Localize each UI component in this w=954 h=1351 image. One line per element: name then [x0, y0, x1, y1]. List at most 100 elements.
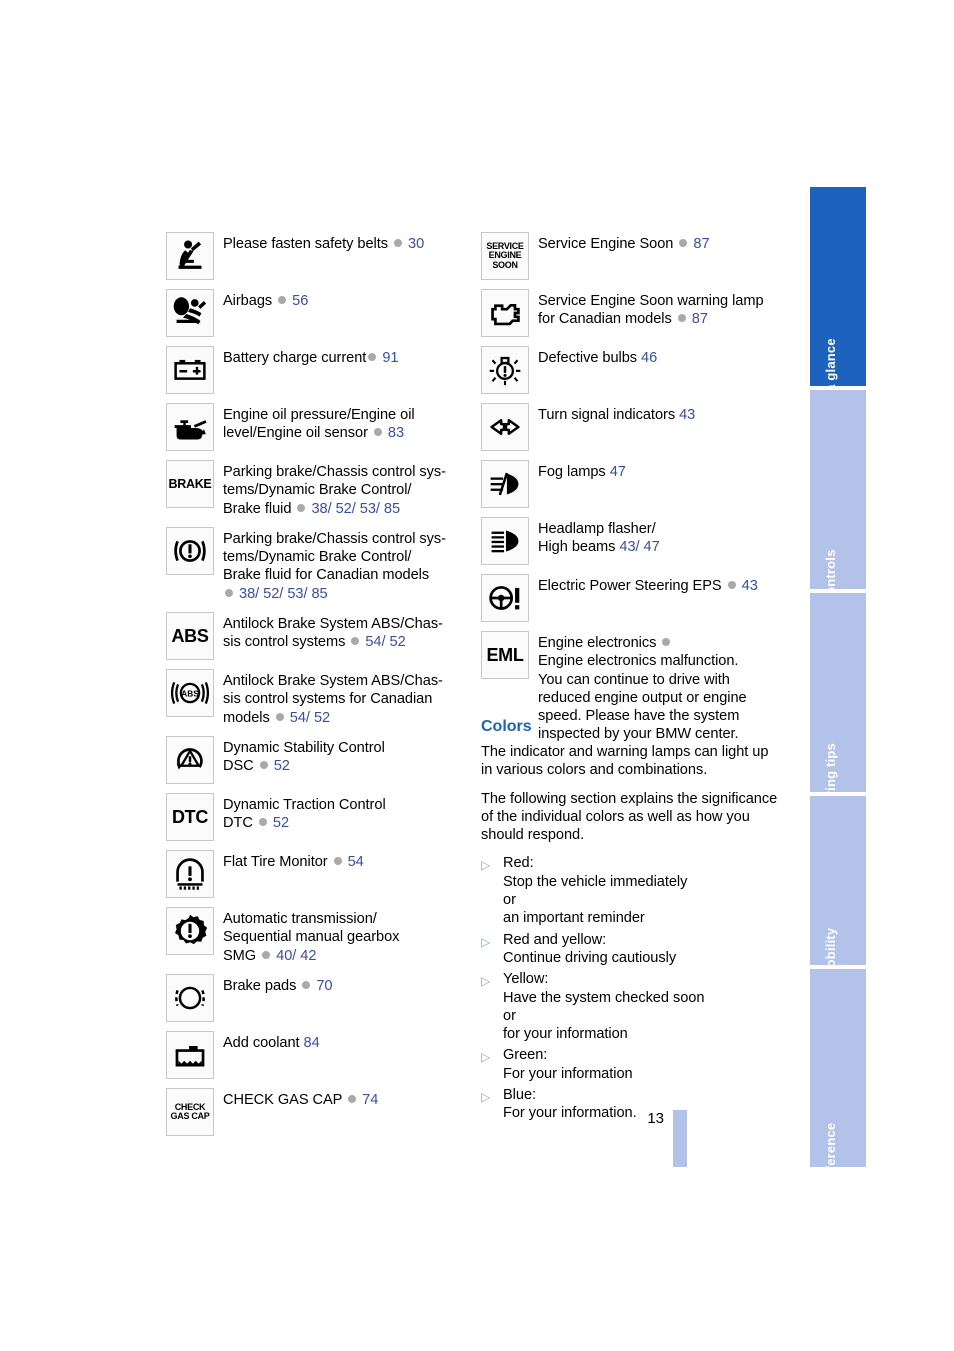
page-reference[interactable]: 84 [304, 1035, 320, 1051]
page-reference[interactable]: 52 [274, 758, 290, 774]
flat-tire-monitor-icon [166, 849, 214, 898]
section-tab-controls[interactable]: Controls [810, 390, 866, 605]
page-reference[interactable]: 42 [300, 948, 316, 964]
indicator-description: Battery charge current 91 [223, 346, 466, 367]
page-reference[interactable]: 43 [742, 578, 758, 594]
indicator-text-line: Engine oil pressure/Engine oil [223, 406, 466, 424]
page-reference[interactable]: 43/ [619, 539, 639, 555]
color-dot-icon [333, 856, 342, 865]
section-tab-reference[interactable]: Reference [810, 969, 866, 1187]
page-reference[interactable]: 52 [314, 710, 330, 726]
indicator-entry: Service Engine Soon warning lamp for Cana… [481, 289, 781, 337]
page-reference[interactable]: 54 [348, 854, 364, 870]
page-reference[interactable]: 47 [610, 464, 626, 480]
indicator-text-line: Antilock Brake System ABS/Chas- [223, 672, 466, 690]
colors-bullet-line: Red and yellow: [503, 931, 607, 948]
page-reference[interactable]: 74 [362, 1092, 378, 1108]
indicator-label: Please fasten safety belts [223, 236, 389, 252]
page-reference[interactable]: 38/ [311, 501, 331, 517]
colors-paragraph: The indicator and warning lamps can ligh… [481, 744, 769, 779]
indicator-text-line: High beams 43/ 47 [538, 538, 781, 556]
indicator-label: DSC [223, 758, 254, 775]
indicator-label: tems/Dynamic Brake Control/ [223, 482, 412, 499]
indicator-text-line: Brake pads 70 [223, 977, 466, 995]
section-tab-mobility[interactable]: Mobility [810, 796, 866, 978]
page-reference[interactable]: 53/ [360, 501, 380, 517]
indicator-description: Antilock Brake System ABS/Chas-sis contr… [223, 612, 466, 652]
page-reference[interactable]: 46 [641, 350, 657, 366]
indicator-label: You can continue to drive with [538, 671, 730, 688]
indicator-label: DTC [223, 815, 253, 832]
airbag-icon [166, 289, 214, 337]
page-reference[interactable]: 40/ [276, 948, 296, 964]
indicator-entry: BRAKE Parking brake/Chassis control sys-t… [166, 460, 466, 518]
colors-section: Colors The indicator and warning lamps c… [481, 718, 781, 1126]
page-reference[interactable]: 52 [390, 634, 406, 650]
indicator-description: Service Engine Soon warning lamp for Cana… [538, 289, 781, 329]
page-reference[interactable]: 30 [408, 236, 424, 252]
page-reference[interactable]: 43 [679, 407, 695, 423]
page-reference[interactable]: 85 [311, 586, 327, 602]
page-reference[interactable]: 70 [316, 978, 332, 994]
color-dot-icon [394, 239, 403, 247]
page-reference[interactable]: 52/ [263, 586, 283, 602]
page-reference[interactable]: 52/ [336, 501, 356, 517]
page-reference[interactable]: 38/ [239, 586, 259, 602]
page-reference[interactable]: 87 [693, 236, 709, 252]
dtc-text-icon: DTC [166, 792, 214, 841]
icon-text: BRAKE [168, 476, 212, 491]
colors-bullet-line: Yellow: [503, 971, 549, 988]
eml-text-icon: EML [481, 631, 529, 679]
indicator-label: High beams [538, 539, 616, 556]
color-dot-icon [373, 428, 382, 437]
section-tab-driving-tips[interactable]: Driving tips [810, 593, 866, 817]
indicator-label: Airbags [223, 293, 273, 309]
indicator-text-line: Brake fluid 38/ 52/ 53/ 85 [223, 500, 466, 518]
indicator-entry: Brake pads 70 [166, 973, 466, 1022]
colors-bullet: ▷ Green: For your information [481, 1046, 781, 1083]
indicator-text-line: Please fasten safety belts 30 [223, 235, 466, 253]
page-reference[interactable]: 52 [273, 815, 289, 831]
triangle-bullet-icon: ▷ [481, 1050, 491, 1065]
indicator-label: Add coolant [223, 1034, 300, 1051]
indicator-label: Service Engine Soon [538, 236, 674, 252]
indicator-label: Parking brake/Chassis control sys- [223, 530, 446, 547]
colors-bullet-line: for your information [503, 1026, 628, 1043]
colors-paragraph: The following section explains the signi… [481, 790, 778, 844]
icon-text: EML [486, 644, 524, 665]
page-reference[interactable]: 53/ [287, 586, 307, 602]
indicator-text-line: sis control systems 54/ 52 [223, 633, 466, 651]
page-reference[interactable]: 87 [692, 311, 708, 327]
page-reference[interactable]: 54/ [290, 710, 310, 726]
page-reference[interactable]: 54/ [365, 634, 385, 650]
indicator-label: Dynamic Traction Control [223, 796, 386, 813]
indicator-entry: SERVICE ENGINE SOON Service Engine Soon 87 [481, 232, 781, 280]
indicator-text-line: sis control systems for Canadian [223, 690, 466, 708]
section-tab-at-a-glance[interactable]: At a glance [810, 187, 866, 410]
page-reference[interactable]: 47 [644, 539, 660, 555]
indicator-text-line: Headlamp flasher/ [538, 520, 781, 538]
color-dot-icon [677, 314, 686, 323]
indicator-description: Fog lamps 47 [538, 460, 781, 481]
page-reference[interactable]: 91 [382, 350, 398, 366]
color-dot-icon [679, 239, 688, 247]
indicator-text-line: Sequential manual gearbox [223, 928, 466, 946]
icon-text: SERVICE ENGINE SOON [486, 241, 524, 270]
indicator-description: Turn signal indicators 43 [538, 403, 781, 424]
indicator-description: Defective bulbs 46 [538, 346, 781, 367]
page-edge-marker [673, 1110, 687, 1167]
indicator-text-line: Add coolant 84 [223, 1034, 466, 1052]
indicator-label: Engine oil pressure/Engine oil [223, 407, 415, 423]
color-dot-icon [258, 818, 267, 827]
indicator-entry: ABS Antilock Brake System ABS/Chas-sis c… [166, 669, 466, 727]
page-reference[interactable]: 83 [388, 425, 404, 441]
indicator-entry: Battery charge current 91 [166, 346, 466, 394]
colors-bullet-line: an important reminder [503, 910, 645, 927]
indicator-description: Electric Power Steering EPS 43 [538, 574, 781, 595]
indicator-text-line: level/Engine oil sensor 83 [223, 424, 466, 442]
indicator-description: Dynamic Stability Control DSC 52 [223, 736, 466, 776]
indicator-label: Defective bulbs [538, 350, 638, 366]
page-reference[interactable]: 85 [384, 501, 400, 517]
indicator-text-line: Automatic transmission/ [223, 910, 466, 928]
page-reference[interactable]: 56 [292, 293, 308, 309]
